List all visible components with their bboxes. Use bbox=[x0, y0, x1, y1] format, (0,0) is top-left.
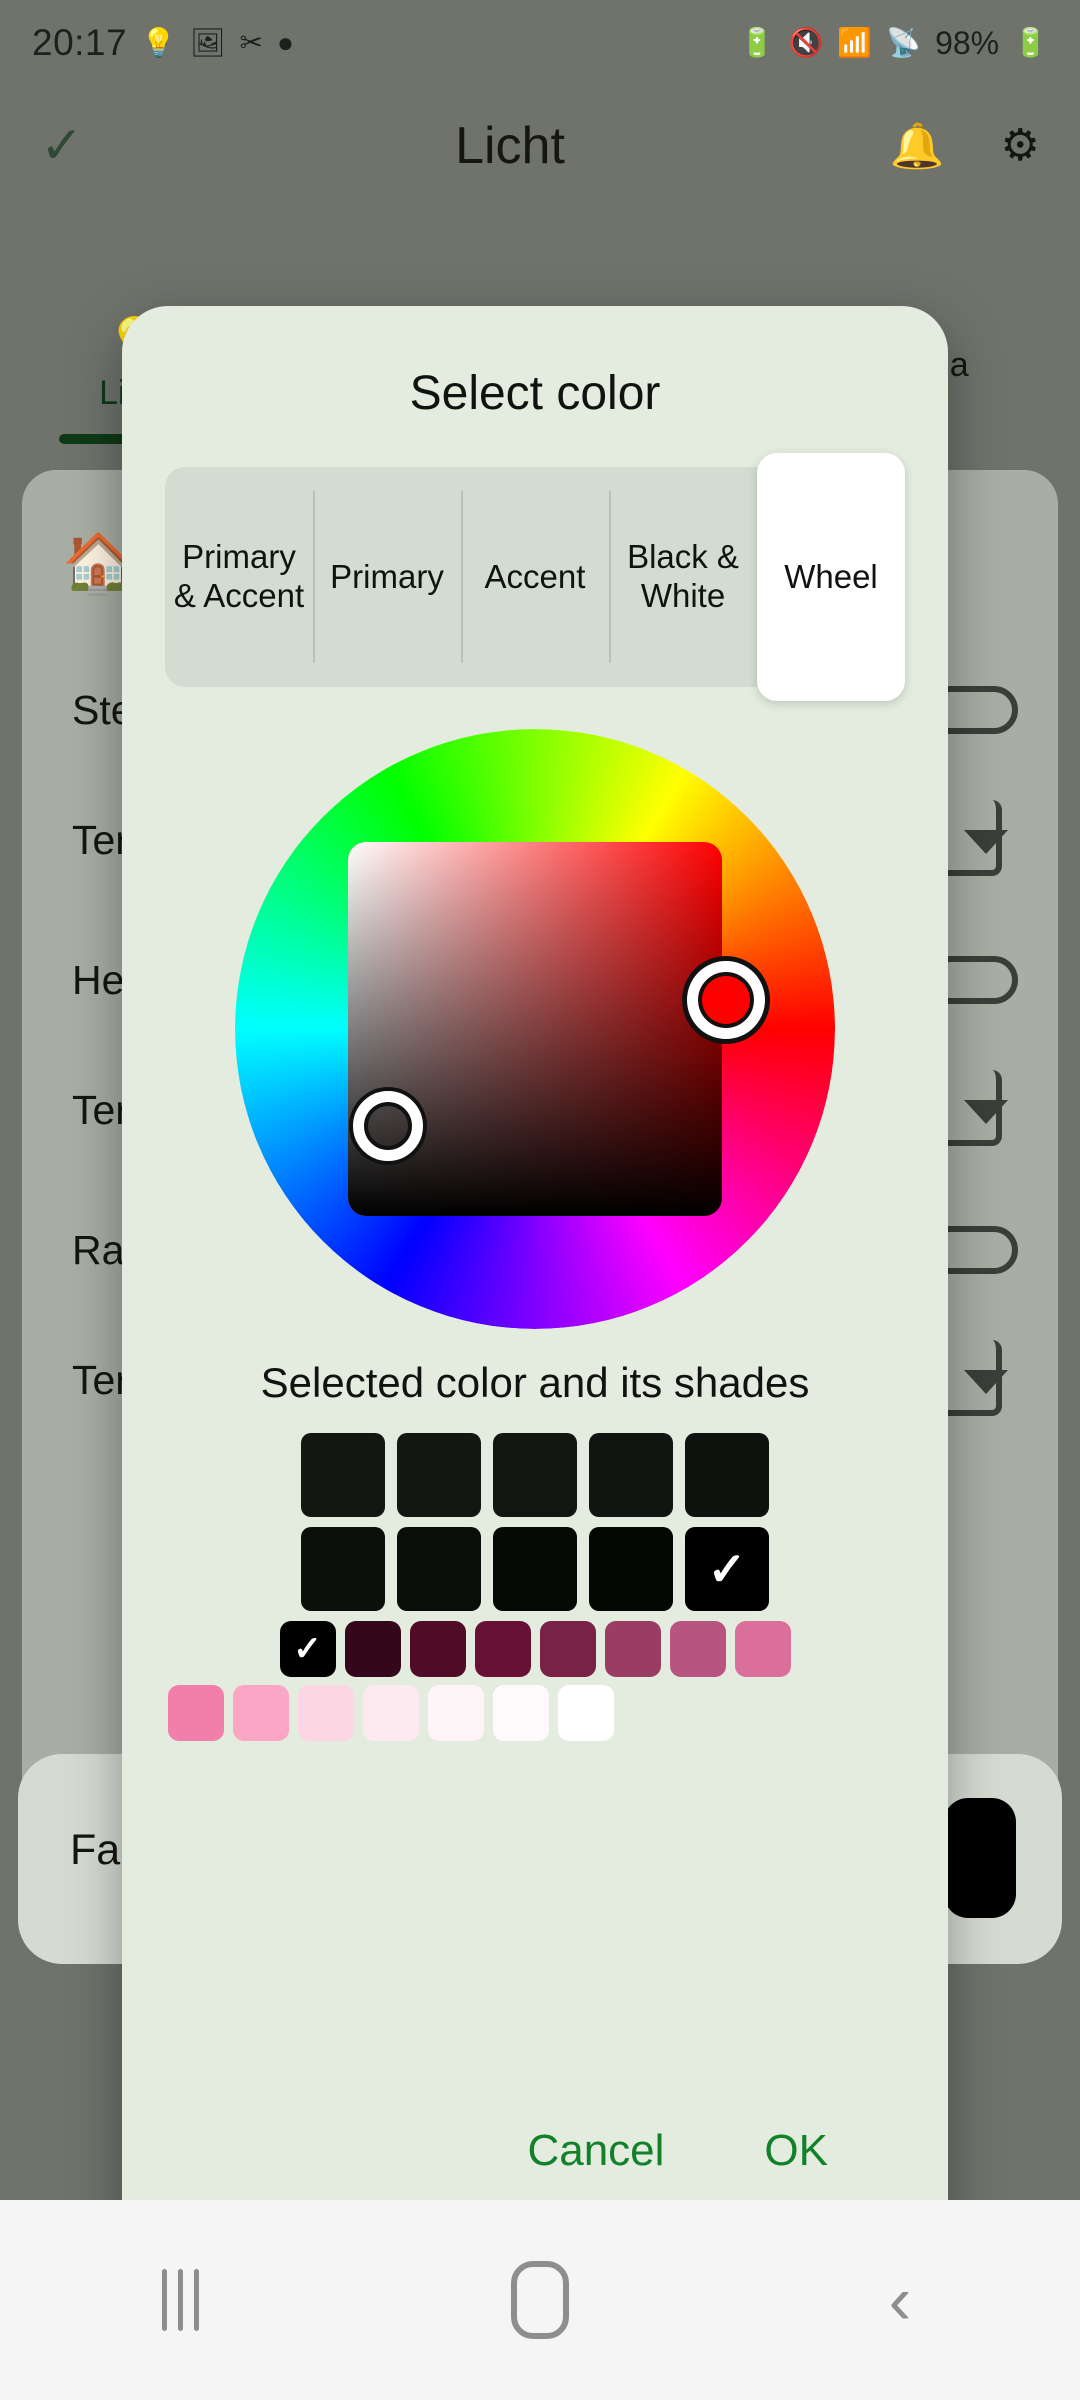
shade-swatch[interactable] bbox=[363, 1685, 419, 1741]
shade-swatch[interactable] bbox=[734, 1621, 791, 1677]
shade-swatch[interactable] bbox=[493, 1685, 549, 1741]
saturation-value-handle[interactable] bbox=[353, 1091, 423, 1161]
tab-wheel[interactable]: Wheel bbox=[757, 453, 905, 701]
home-icon[interactable] bbox=[460, 2240, 620, 2360]
cancel-button[interactable]: Cancel bbox=[527, 2126, 664, 2176]
value-gradient bbox=[348, 842, 722, 1216]
saturation-value-square[interactable] bbox=[348, 842, 722, 1216]
shade-swatch[interactable] bbox=[589, 1527, 673, 1611]
android-nav-bar: ‹ bbox=[0, 2200, 1080, 2400]
shade-swatch[interactable] bbox=[539, 1621, 596, 1677]
shades-heading: Selected color and its shades bbox=[260, 1359, 810, 1406]
shade-swatch[interactable] bbox=[685, 1433, 769, 1517]
shade-row-3: ✓ bbox=[155, 1621, 915, 1677]
tab-black-and-white[interactable]: Black & White bbox=[609, 467, 757, 687]
shade-swatches: ✓ ✓ bbox=[155, 1433, 915, 1749]
check-icon: ✓ bbox=[293, 1630, 322, 1668]
shade-swatch[interactable] bbox=[589, 1433, 673, 1517]
shade-swatch[interactable] bbox=[168, 1685, 224, 1741]
shade-swatch[interactable] bbox=[474, 1621, 531, 1677]
back-icon[interactable]: ‹ bbox=[820, 2240, 980, 2360]
color-wheel[interactable] bbox=[235, 729, 835, 1329]
dialog-title: Select color bbox=[409, 367, 661, 420]
shade-swatch[interactable] bbox=[409, 1621, 466, 1677]
shade-swatch[interactable] bbox=[344, 1621, 401, 1677]
tab-primary-and-accent[interactable]: Primary & Accent bbox=[165, 467, 313, 687]
shade-swatch[interactable] bbox=[397, 1433, 481, 1517]
shade-swatch[interactable] bbox=[493, 1433, 577, 1517]
color-mode-tabs: Primary & Accent Primary Accent Black & … bbox=[165, 453, 905, 701]
shade-swatch[interactable] bbox=[493, 1527, 577, 1611]
ok-button[interactable]: OK bbox=[764, 2126, 828, 2176]
shade-row-1 bbox=[155, 1433, 915, 1517]
shade-swatch[interactable] bbox=[298, 1685, 354, 1741]
shade-swatch[interactable] bbox=[428, 1685, 484, 1741]
shade-swatch[interactable] bbox=[301, 1433, 385, 1517]
shade-swatch[interactable] bbox=[233, 1685, 289, 1741]
recents-icon[interactable] bbox=[100, 2240, 260, 2360]
shade-swatch[interactable] bbox=[669, 1621, 726, 1677]
color-picker-dialog: Select color Primary & Accent Primary Ac… bbox=[122, 306, 948, 2296]
phone-screen: 20:17 💡 🖼 ✂ ● 🔋 🔇 📶 📡 98% 🔋 ✓ Licht 🔔 ⚙ bbox=[0, 0, 1080, 2400]
dialog-actions: Cancel OK bbox=[122, 2126, 948, 2176]
shade-swatch[interactable] bbox=[604, 1621, 661, 1677]
shade-swatch-selected[interactable]: ✓ bbox=[279, 1621, 336, 1677]
check-icon: ✓ bbox=[707, 1543, 747, 1595]
shade-swatch[interactable] bbox=[301, 1527, 385, 1611]
hue-handle[interactable] bbox=[687, 961, 765, 1039]
shade-swatch-selected[interactable]: ✓ bbox=[685, 1527, 769, 1611]
tab-accent[interactable]: Accent bbox=[461, 467, 609, 687]
tab-primary[interactable]: Primary bbox=[313, 467, 461, 687]
shade-swatch[interactable] bbox=[558, 1685, 614, 1741]
shade-row-4 bbox=[155, 1685, 915, 1741]
shade-row-2: ✓ bbox=[155, 1527, 915, 1611]
shade-swatch[interactable] bbox=[397, 1527, 481, 1611]
